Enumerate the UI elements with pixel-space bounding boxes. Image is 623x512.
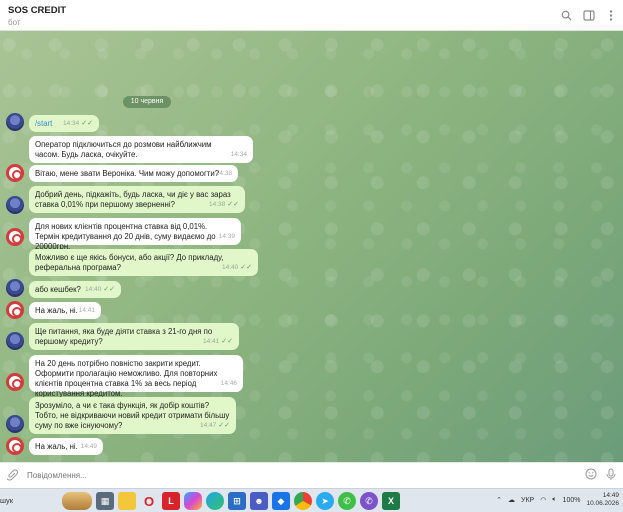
message-bubble[interactable]: Оператор підключиться до розмови найближ… [29, 136, 253, 163]
user-avatar[interactable] [6, 415, 24, 433]
more-vert-icon[interactable] [604, 9, 617, 22]
volume-icon[interactable]: 🔈︎ [552, 496, 556, 504]
chat-title[interactable]: SOS CREDIT [8, 5, 66, 16]
side-panel-icon[interactable] [582, 9, 595, 22]
message-text: Вітаю, мене звати Вероніка. Чим можу доп… [35, 169, 220, 178]
message-time: 14:38 [215, 170, 232, 177]
file-explorer-icon[interactable]: ▦ [96, 492, 114, 510]
message-input[interactable] [27, 469, 527, 482]
double-check-icon: ✓✓ [218, 422, 230, 429]
whatsapp-icon[interactable]: ✆ [338, 492, 356, 510]
message-text: Можливо є ще якісь бонуси, або акції? До… [35, 253, 224, 272]
clock[interactable]: 14:49 10.06.2026 [586, 492, 619, 508]
system-tray: ⌃ ☁ УКР ◠ 🔈︎ 100% 14:49 10.06.2026 [496, 492, 619, 508]
chrome-icon[interactable] [294, 492, 312, 510]
message-time: 14:40 ✓✓ [221, 264, 252, 271]
message-bubble[interactable]: На жаль, ні. 14:41 [29, 302, 101, 319]
viber-icon[interactable]: ✆ [360, 492, 378, 510]
double-check-icon: ✓✓ [81, 120, 93, 127]
chat-header: SOS CREDIT бот [0, 0, 623, 31]
clock-time: 14:49 [602, 492, 619, 499]
people-icon[interactable]: ☻ [250, 492, 268, 510]
message-time: 14:41 ✓✓ [202, 338, 233, 345]
search-icon[interactable] [560, 9, 573, 22]
cloud-icon[interactable]: ☁ [508, 496, 515, 504]
message-bubble[interactable]: Вітаю, мене звати Вероніка. Чим можу доп… [29, 165, 238, 182]
burger-widget-icon[interactable] [62, 492, 92, 510]
header-actions [560, 9, 617, 22]
message-bubble[interactable]: Добрий день, підкажіть, будь ласка, чи д… [29, 186, 245, 213]
telegram-icon[interactable]: ➤ [316, 492, 334, 510]
bot-avatar[interactable] [6, 373, 24, 391]
message-text: На 20 день потрібно повністю закрити кре… [35, 359, 218, 398]
message-time: 14:46 [220, 380, 237, 387]
user-avatar[interactable] [6, 113, 24, 131]
message-time: 14:39 [218, 233, 235, 240]
taskbar-apps: ▦ O L ⊞ ☻ ◆ ➤ ✆ ✆ X [62, 492, 400, 510]
double-check-icon: ✓✓ [221, 338, 233, 345]
copilot-icon[interactable] [184, 492, 202, 510]
user-avatar[interactable] [6, 279, 24, 297]
bot-avatar[interactable] [6, 437, 24, 455]
message-time: 14:41 [78, 307, 95, 314]
excel-icon[interactable]: X [382, 492, 400, 510]
message-time: 14:47 ✓✓ [199, 422, 230, 429]
message-text: Оператор підключиться до розмови найближ… [35, 140, 212, 159]
l-app-icon[interactable]: L [162, 492, 180, 510]
message-text: Для нових клієнтів процентна ставка від … [35, 222, 216, 251]
message-bubble[interactable]: Для нових клієнтів процентна ставка від … [29, 218, 241, 251]
microphone-icon[interactable] [606, 468, 616, 484]
date-chip: 10 червня [123, 96, 171, 108]
message-time: 14:49 [80, 443, 97, 450]
folder-icon[interactable] [118, 492, 136, 510]
message-time: 14:38 ✓✓ [208, 201, 239, 208]
taskbar-search[interactable]: шук [0, 496, 13, 505]
message-composer [0, 462, 623, 488]
chat-area[interactable]: 10 червня /start 14:34 ✓✓ Оператор підклю… [0, 31, 623, 462]
user-avatar[interactable] [6, 196, 24, 214]
message-bubble[interactable]: Зрозуміло, а чи є така функція, як добір… [29, 397, 236, 434]
message-bubble[interactable]: /start 14:34 ✓✓ [29, 115, 99, 132]
user-avatar[interactable] [6, 332, 24, 350]
message-time: 14:34 ✓✓ [62, 120, 93, 127]
double-check-icon: ✓✓ [227, 201, 239, 208]
bot-avatar[interactable] [6, 164, 24, 182]
paperclip-icon[interactable] [5, 469, 18, 484]
chevron-up-icon[interactable]: ⌃ [496, 496, 502, 504]
message-bubble[interactable]: На 20 день потрібно повністю закрити кре… [29, 355, 243, 398]
dropbox-icon[interactable]: ◆ [272, 492, 290, 510]
message-time: 14:34 [230, 151, 247, 158]
battery-indicator[interactable]: 100% [563, 497, 581, 504]
opera-icon[interactable]: O [140, 492, 158, 510]
clock-date: 10.06.2026 [586, 500, 619, 507]
language-indicator[interactable]: УКР [521, 497, 534, 504]
teams-grid-icon[interactable]: ⊞ [228, 492, 246, 510]
wifi-icon[interactable]: ◠ [540, 496, 546, 504]
message-time: 14:40 ✓✓ [84, 286, 115, 293]
message-bubble[interactable]: Ще питання, яка буде діяти ставка з 21-г… [29, 323, 239, 350]
double-check-icon: ✓✓ [103, 286, 115, 293]
chat-subtitle: бот [8, 18, 21, 27]
os-taskbar: шук ▦ O L ⊞ ☻ ◆ ➤ ✆ ✆ X ⌃ ☁ УКР ◠ 🔈︎ 100… [0, 488, 623, 512]
bot-avatar[interactable] [6, 228, 24, 246]
message-bubble[interactable]: Можливо є ще якісь бонуси, або акції? До… [29, 249, 258, 276]
message-bubble[interactable]: або кешбек? 14:40 ✓✓ [29, 281, 121, 298]
emoji-icon[interactable] [585, 468, 597, 483]
bot-avatar[interactable] [6, 301, 24, 319]
edge-icon[interactable] [206, 492, 224, 510]
message-bubble[interactable]: На жаль, ні. 14:49 [29, 438, 103, 455]
double-check-icon: ✓✓ [240, 264, 252, 271]
